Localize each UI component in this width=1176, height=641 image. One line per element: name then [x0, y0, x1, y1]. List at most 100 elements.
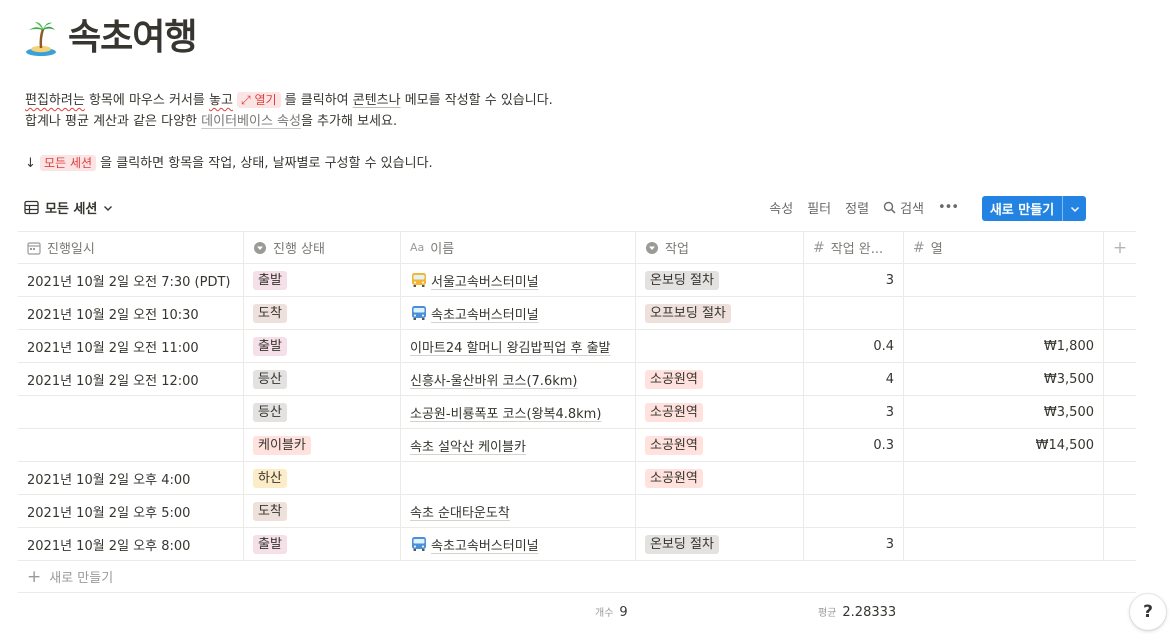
- new-button[interactable]: 새로 만들기: [982, 196, 1086, 221]
- name-cell[interactable]: 속초 순대타운도착: [401, 495, 636, 527]
- column-cell[interactable]: [904, 264, 1104, 296]
- status-tag: 등산: [253, 369, 287, 389]
- column-cell[interactable]: ₩3,500: [904, 396, 1104, 428]
- task-cell[interactable]: 온보딩 절차: [636, 264, 804, 296]
- status-cell[interactable]: 출발: [244, 264, 401, 296]
- table-row[interactable]: 2021년 10월 2일 오후 5:00 도착 속초 순대타운도착: [18, 495, 1136, 528]
- table-row[interactable]: 2021년 10월 2일 오전 7:30 (PDT) 출발 서울고속버스터미널 온보딩…: [18, 264, 1136, 297]
- name-text: 신흥사-울산바위 코스(7.6km): [410, 373, 578, 389]
- column-header-status[interactable]: 진행 상태: [244, 232, 401, 263]
- date-cell[interactable]: [18, 429, 244, 461]
- date-cell[interactable]: 2021년 10월 2일 오후 5:00: [18, 495, 244, 527]
- status-cell[interactable]: 도착: [244, 495, 401, 527]
- name-cell[interactable]: 속초고속버스터미널: [401, 528, 636, 560]
- column-header-task[interactable]: 작업: [636, 232, 804, 263]
- name-link[interactable]: 소공원-비룡폭포 코스(왕복4.8km): [410, 403, 601, 422]
- view-tab-all-sessions[interactable]: 모든 세션: [24, 198, 113, 217]
- completion-cell[interactable]: [804, 495, 904, 527]
- table-row[interactable]: 등산 소공원-비룡폭포 코스(왕복4.8km) 소공원역 3 ₩3,500: [18, 396, 1136, 429]
- name-link[interactable]: 이마트24 할머니 왕김밥픽업 후 출발: [410, 337, 611, 356]
- table-row[interactable]: 2021년 10월 2일 오후 8:00 출발 속초고속버스터미널 온보딩 절차 3: [18, 528, 1136, 561]
- column-header-column[interactable]: # 열: [904, 232, 1104, 263]
- task-cell[interactable]: 소공원역: [636, 429, 804, 461]
- search-button[interactable]: 검색: [883, 198, 924, 217]
- date-cell[interactable]: [18, 396, 244, 428]
- completion-cell[interactable]: 4: [804, 363, 904, 395]
- name-cell[interactable]: 서울고속버스터미널: [401, 264, 636, 296]
- name-cell[interactable]: 소공원-비룡폭포 코스(왕복4.8km): [401, 396, 636, 428]
- status-cell[interactable]: 출발: [244, 528, 401, 560]
- add-column-button[interactable]: +: [1104, 232, 1136, 263]
- status-cell[interactable]: 등산: [244, 396, 401, 428]
- name-link[interactable]: 속초고속버스터미널: [410, 535, 539, 554]
- date-cell[interactable]: 2021년 10월 2일 오전 7:30 (PDT): [18, 264, 244, 296]
- column-cell[interactable]: [904, 495, 1104, 527]
- status-cell[interactable]: 출발: [244, 330, 401, 362]
- more-options-button[interactable]: •••: [938, 200, 959, 215]
- task-cell[interactable]: 온보딩 절차: [636, 528, 804, 560]
- properties-button[interactable]: 속성: [769, 198, 793, 217]
- table-row[interactable]: 2021년 10월 2일 오전 12:00 등산 신흥사-울산바위 코스(7.6km…: [18, 363, 1136, 396]
- column-header-name[interactable]: Aa 이름: [401, 232, 636, 263]
- status-tag: 도착: [253, 501, 287, 521]
- completion-value: 3: [885, 272, 894, 288]
- task-cell[interactable]: 소공원역: [636, 462, 804, 494]
- column-cell[interactable]: ₩3,500: [904, 363, 1104, 395]
- date-cell[interactable]: 2021년 10월 2일 오후 8:00: [18, 528, 244, 560]
- date-cell[interactable]: 2021년 10월 2일 오전 10:30: [18, 297, 244, 329]
- empty-cell: [1104, 264, 1136, 296]
- column-cell[interactable]: ₩1,800: [904, 330, 1104, 362]
- status-cell[interactable]: 도착: [244, 297, 401, 329]
- table-row[interactable]: 2021년 10월 2일 오전 11:00 출발 이마트24 할머니 왕김밥픽업 후…: [18, 330, 1136, 363]
- date-cell[interactable]: 2021년 10월 2일 오전 12:00: [18, 363, 244, 395]
- completion-cell[interactable]: 0.3: [804, 429, 904, 461]
- name-cell[interactable]: 속초고속버스터미널: [401, 297, 636, 329]
- column-cell[interactable]: ₩14,500: [904, 429, 1104, 461]
- status-cell[interactable]: 하산: [244, 462, 401, 494]
- status-cell[interactable]: 등산: [244, 363, 401, 395]
- name-link[interactable]: 속초 설악산 케이블카: [410, 436, 526, 455]
- column-cell[interactable]: [904, 297, 1104, 329]
- name-link[interactable]: 속초 순대타운도착: [410, 502, 510, 521]
- completion-cell[interactable]: 3: [804, 528, 904, 560]
- filter-button[interactable]: 필터: [807, 198, 831, 217]
- task-cell[interactable]: [636, 330, 804, 362]
- task-cell[interactable]: [636, 495, 804, 527]
- count-calculation[interactable]: 개수 9: [595, 604, 628, 620]
- completion-cell[interactable]: [804, 462, 904, 494]
- task-cell[interactable]: 소공원역: [636, 363, 804, 395]
- completion-cell[interactable]: [804, 297, 904, 329]
- average-calculation[interactable]: 평균 2.28333: [818, 604, 896, 620]
- table-row[interactable]: 2021년 10월 2일 오후 4:00 하산 소공원역: [18, 462, 1136, 495]
- name-cell[interactable]: 이마트24 할머니 왕김밥픽업 후 출발: [401, 330, 636, 362]
- task-cell[interactable]: 오프보딩 절차: [636, 297, 804, 329]
- completion-cell[interactable]: 3: [804, 264, 904, 296]
- new-button-dropdown[interactable]: [1062, 196, 1086, 221]
- name-cell[interactable]: [401, 462, 636, 494]
- name-cell[interactable]: 신흥사-울산바위 코스(7.6km): [401, 363, 636, 395]
- name-link[interactable]: 서울고속버스터미널: [410, 271, 539, 290]
- task-tag: 오프보딩 절차: [645, 303, 731, 323]
- date-cell[interactable]: 2021년 10월 2일 오전 11:00: [18, 330, 244, 362]
- status-cell[interactable]: 케이블카: [244, 429, 401, 461]
- new-button-label[interactable]: 새로 만들기: [982, 196, 1062, 221]
- name-cell[interactable]: 속초 설악산 케이블카: [401, 429, 636, 461]
- date-cell[interactable]: 2021년 10월 2일 오후 4:00: [18, 462, 244, 494]
- column-header-date[interactable]: 진행일시: [18, 232, 244, 263]
- sort-button[interactable]: 정렬: [845, 198, 869, 217]
- completion-cell[interactable]: 0.4: [804, 330, 904, 362]
- database-properties-link[interactable]: 데이터베이스 속성: [201, 114, 301, 129]
- name-link[interactable]: 속초고속버스터미널: [410, 304, 539, 323]
- name-link[interactable]: 신흥사-울산바위 코스(7.6km): [410, 370, 577, 389]
- status-tag: 등산: [253, 402, 287, 422]
- table-row[interactable]: 2021년 10월 2일 오전 10:30 도착 속초고속버스터미널 오프보딩 절차: [18, 297, 1136, 330]
- column-header-completion[interactable]: # 작업 완...: [804, 232, 904, 263]
- help-button[interactable]: ?: [1130, 594, 1166, 630]
- column-cell[interactable]: [904, 528, 1104, 560]
- column-cell[interactable]: [904, 462, 1104, 494]
- new-row-button[interactable]: + 새로 만들기: [18, 561, 1136, 593]
- table-row[interactable]: 케이블카 속초 설악산 케이블카 소공원역 0.3 ₩14,500: [18, 429, 1136, 462]
- task-cell[interactable]: 소공원역: [636, 396, 804, 428]
- island-icon[interactable]: [24, 18, 58, 58]
- completion-cell[interactable]: 3: [804, 396, 904, 428]
